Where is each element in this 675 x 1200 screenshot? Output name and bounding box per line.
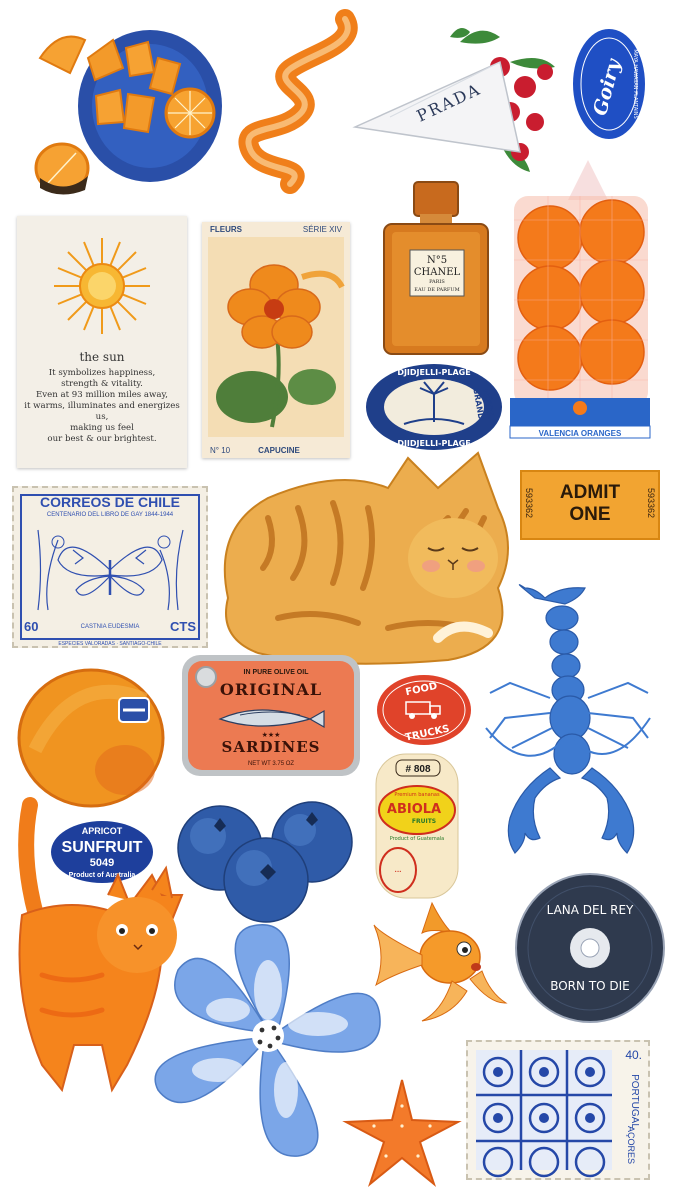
valencia-oranges-sticker: VALENCIA ORANGES bbox=[508, 160, 653, 440]
djidjelli-top: DJIDJELLI-PLAGE bbox=[397, 368, 470, 377]
portugal-stamp: 40. PORTUGAL AÇORES bbox=[466, 1040, 650, 1180]
prada-bouquet-sticker: PRADA bbox=[350, 22, 575, 182]
chile-subtitle: CENTENARIO DEL LIBRO DE GAY 1844-1944 bbox=[46, 512, 174, 518]
plantain-ring-text: MAYA HAWAIIAN PLANTAINS bbox=[632, 49, 638, 118]
fleurs-card: FLEURS SÉRIE XIV N° 10 CAPUCINE bbox=[202, 222, 350, 458]
chanel-bottle-sticker: N°5 CHANEL PARIS EAU DE PARFUM bbox=[380, 180, 492, 358]
goldfish-sticker bbox=[372, 895, 508, 1025]
blueberries-sticker bbox=[176, 796, 358, 924]
sun-card-title: the sun bbox=[79, 350, 125, 364]
abiola-premium: Premium bananas bbox=[394, 792, 440, 798]
lana-del-rey-cd: LANA DEL REY BORN TO DIE bbox=[514, 872, 666, 1024]
chile-title: CORREOS DE CHILE bbox=[39, 494, 180, 510]
admit-one-ticket: 593362 593362 ADMIT ONE bbox=[520, 470, 660, 540]
abiola-origin: Product of Guatemala bbox=[390, 836, 445, 842]
sardines-weight: NET WT 3.75 OZ bbox=[248, 761, 294, 767]
sardines-name: SARDINES bbox=[222, 738, 321, 756]
ticket-admit: ADMIT bbox=[559, 482, 621, 503]
portugal-region: AÇORES bbox=[625, 1125, 636, 1165]
plantain-sticker: Goiry MAYA HAWAIIAN PLANTAINS bbox=[572, 28, 646, 140]
chanel-no5: N°5 bbox=[427, 255, 447, 266]
blue-lobster-sticker bbox=[480, 578, 660, 863]
ticket-one: ONE bbox=[569, 504, 611, 525]
abiola-fruits: FRUITS bbox=[412, 818, 436, 825]
sun-card-text: It symbolizes happiness, strength & vita… bbox=[24, 368, 180, 444]
sardines-original: ORIGINAL bbox=[220, 680, 322, 699]
sun-card: the sun It symbolizes happiness, strengt… bbox=[17, 216, 187, 468]
abiola-brand: ABIOLA bbox=[387, 802, 441, 817]
chanel-edp: EAU DE PARFUM bbox=[414, 287, 459, 293]
abiola-logo-text: ••• bbox=[394, 869, 401, 874]
chile-stamp: CORREOS DE CHILE CENTENARIO DEL LIBRO DE… bbox=[12, 486, 208, 648]
peach-sticker bbox=[15, 660, 167, 810]
sardines-top: IN PURE OLIVE OIL bbox=[244, 669, 310, 676]
djidjelli-sticker: DJIDJELLI-PLAGE DJIDJELLI-PLAGE GRAND HÔ… bbox=[364, 362, 504, 452]
orange-plate-sticker bbox=[30, 18, 222, 196]
chanel-name: CHANEL bbox=[414, 267, 461, 278]
food-trucks-sticker: FOOD TRUCKS bbox=[376, 674, 472, 746]
chile-footer: ESPECIES VALORADAS · SANTIAGO-CHILE bbox=[58, 641, 162, 647]
portugal-country: PORTUGAL bbox=[629, 1074, 641, 1129]
cd-album: BORN TO DIE bbox=[550, 979, 630, 993]
abiola-sticker: # 808 Premium bananas ABIOLA FRUITS Prod… bbox=[374, 752, 460, 900]
sleeping-cat-sticker bbox=[208, 448, 520, 666]
chanel-paris: PARIS bbox=[429, 279, 445, 285]
cd-artist: LANA DEL REY bbox=[547, 903, 634, 917]
portugal-value: 40. bbox=[625, 1048, 642, 1062]
valencia-label: VALENCIA ORANGES bbox=[539, 429, 622, 438]
sardines-tin: IN PURE OLIVE OIL ORIGINAL ★★★ SARDINES … bbox=[180, 653, 362, 778]
fleurs-header: FLEURS bbox=[210, 225, 242, 234]
fleurs-series: SÉRIE XIV bbox=[302, 225, 342, 234]
orange-peel-sticker bbox=[220, 9, 360, 194]
abiola-number: # 808 bbox=[405, 764, 430, 775]
djidjelli-bottom: DJIDJELLI-PLAGE bbox=[397, 439, 470, 448]
chile-species: CASTNIA EUDESMIA bbox=[80, 624, 140, 630]
starfish-sticker bbox=[340, 1076, 464, 1188]
